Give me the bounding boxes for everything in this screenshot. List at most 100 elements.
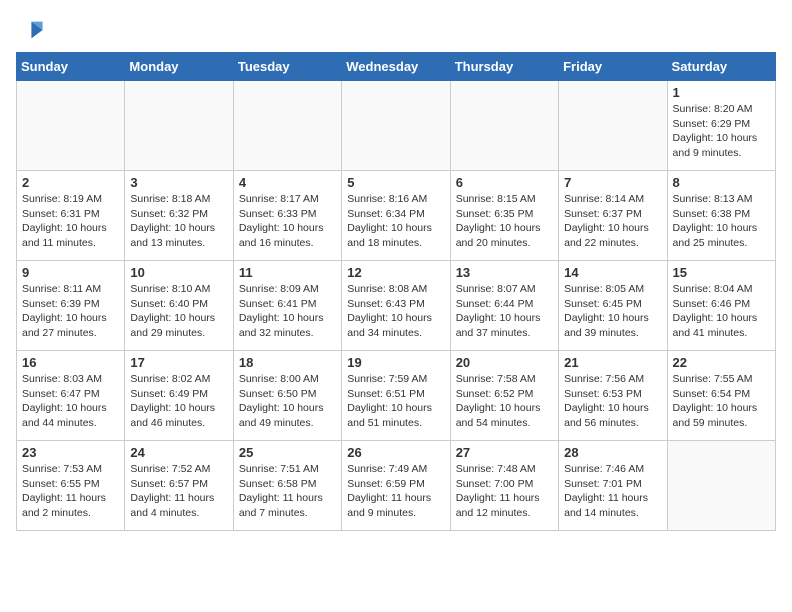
calendar-header-sunday: Sunday xyxy=(17,53,125,81)
day-info: Sunrise: 8:19 AM Sunset: 6:31 PM Dayligh… xyxy=(22,192,119,251)
day-number: 19 xyxy=(347,355,444,370)
day-number: 21 xyxy=(564,355,661,370)
day-number: 2 xyxy=(22,175,119,190)
calendar-header-friday: Friday xyxy=(559,53,667,81)
day-number: 22 xyxy=(673,355,770,370)
calendar-cell: 12 Sunrise: 8:08 AM Sunset: 6:43 PM Dayli… xyxy=(342,261,450,351)
day-number: 8 xyxy=(673,175,770,190)
calendar-cell: 17 Sunrise: 8:02 AM Sunset: 6:49 PM Dayli… xyxy=(125,351,233,441)
week-row-4: 16 Sunrise: 8:03 AM Sunset: 6:47 PM Dayli… xyxy=(17,351,776,441)
day-info: Sunrise: 8:20 AM Sunset: 6:29 PM Dayligh… xyxy=(673,102,770,161)
day-number: 24 xyxy=(130,445,227,460)
calendar-cell: 25 Sunrise: 7:51 AM Sunset: 6:58 PM Dayli… xyxy=(233,441,341,531)
day-info: Sunrise: 8:18 AM Sunset: 6:32 PM Dayligh… xyxy=(130,192,227,251)
calendar-cell: 21 Sunrise: 7:56 AM Sunset: 6:53 PM Dayli… xyxy=(559,351,667,441)
day-info: Sunrise: 8:11 AM Sunset: 6:39 PM Dayligh… xyxy=(22,282,119,341)
calendar-cell: 23 Sunrise: 7:53 AM Sunset: 6:55 PM Dayli… xyxy=(17,441,125,531)
calendar-cell: 7 Sunrise: 8:14 AM Sunset: 6:37 PM Daylig… xyxy=(559,171,667,261)
day-info: Sunrise: 8:04 AM Sunset: 6:46 PM Dayligh… xyxy=(673,282,770,341)
calendar-header-saturday: Saturday xyxy=(667,53,775,81)
week-row-5: 23 Sunrise: 7:53 AM Sunset: 6:55 PM Dayli… xyxy=(17,441,776,531)
day-number: 17 xyxy=(130,355,227,370)
calendar-header-thursday: Thursday xyxy=(450,53,558,81)
day-info: Sunrise: 8:09 AM Sunset: 6:41 PM Dayligh… xyxy=(239,282,336,341)
week-row-2: 2 Sunrise: 8:19 AM Sunset: 6:31 PM Daylig… xyxy=(17,171,776,261)
calendar-cell: 2 Sunrise: 8:19 AM Sunset: 6:31 PM Daylig… xyxy=(17,171,125,261)
calendar-cell: 22 Sunrise: 7:55 AM Sunset: 6:54 PM Dayli… xyxy=(667,351,775,441)
day-info: Sunrise: 7:49 AM Sunset: 6:59 PM Dayligh… xyxy=(347,462,444,521)
calendar-cell: 11 Sunrise: 8:09 AM Sunset: 6:41 PM Dayli… xyxy=(233,261,341,351)
day-number: 10 xyxy=(130,265,227,280)
calendar-cell: 5 Sunrise: 8:16 AM Sunset: 6:34 PM Daylig… xyxy=(342,171,450,261)
day-info: Sunrise: 7:53 AM Sunset: 6:55 PM Dayligh… xyxy=(22,462,119,521)
day-number: 27 xyxy=(456,445,553,460)
day-number: 26 xyxy=(347,445,444,460)
day-info: Sunrise: 8:15 AM Sunset: 6:35 PM Dayligh… xyxy=(456,192,553,251)
calendar-cell xyxy=(233,81,341,171)
week-row-1: 1 Sunrise: 8:20 AM Sunset: 6:29 PM Daylig… xyxy=(17,81,776,171)
day-info: Sunrise: 7:48 AM Sunset: 7:00 PM Dayligh… xyxy=(456,462,553,521)
day-info: Sunrise: 8:10 AM Sunset: 6:40 PM Dayligh… xyxy=(130,282,227,341)
day-info: Sunrise: 7:56 AM Sunset: 6:53 PM Dayligh… xyxy=(564,372,661,431)
calendar-cell xyxy=(559,81,667,171)
day-number: 1 xyxy=(673,85,770,100)
calendar-cell: 16 Sunrise: 8:03 AM Sunset: 6:47 PM Dayli… xyxy=(17,351,125,441)
day-number: 16 xyxy=(22,355,119,370)
calendar-cell: 13Sunrise: 8:07 AM Sunset: 6:44 PM Dayli… xyxy=(450,261,558,351)
day-number: 20 xyxy=(456,355,553,370)
day-number: 18 xyxy=(239,355,336,370)
logo-icon xyxy=(16,16,44,44)
day-info: Sunrise: 7:59 AM Sunset: 6:51 PM Dayligh… xyxy=(347,372,444,431)
calendar-cell: 18 Sunrise: 8:00 AM Sunset: 6:50 PM Dayli… xyxy=(233,351,341,441)
calendar-cell: 8 Sunrise: 8:13 AM Sunset: 6:38 PM Daylig… xyxy=(667,171,775,261)
day-number: 12 xyxy=(347,265,444,280)
day-info: Sunrise: 7:46 AM Sunset: 7:01 PM Dayligh… xyxy=(564,462,661,521)
calendar-cell: 4 Sunrise: 8:17 AM Sunset: 6:33 PM Daylig… xyxy=(233,171,341,261)
day-number: 25 xyxy=(239,445,336,460)
day-info: Sunrise: 8:03 AM Sunset: 6:47 PM Dayligh… xyxy=(22,372,119,431)
day-number: 9 xyxy=(22,265,119,280)
calendar-table: SundayMondayTuesdayWednesdayThursdayFrid… xyxy=(16,52,776,531)
day-number: 5 xyxy=(347,175,444,190)
day-number: 15 xyxy=(673,265,770,280)
calendar-cell: 20 Sunrise: 7:58 AM Sunset: 6:52 PM Dayli… xyxy=(450,351,558,441)
calendar-cell: 15 Sunrise: 8:04 AM Sunset: 6:46 PM Dayli… xyxy=(667,261,775,351)
day-number: 13 xyxy=(456,265,553,280)
calendar-cell xyxy=(17,81,125,171)
day-info: Sunrise: 8:16 AM Sunset: 6:34 PM Dayligh… xyxy=(347,192,444,251)
calendar-cell: 24 Sunrise: 7:52 AM Sunset: 6:57 PM Dayli… xyxy=(125,441,233,531)
day-info: Sunrise: 7:51 AM Sunset: 6:58 PM Dayligh… xyxy=(239,462,336,521)
day-number: 11 xyxy=(239,265,336,280)
calendar-cell: 28 Sunrise: 7:46 AM Sunset: 7:01 PM Dayli… xyxy=(559,441,667,531)
calendar-cell: 27 Sunrise: 7:48 AM Sunset: 7:00 PM Dayli… xyxy=(450,441,558,531)
day-number: 4 xyxy=(239,175,336,190)
calendar-cell: 1 Sunrise: 8:20 AM Sunset: 6:29 PM Daylig… xyxy=(667,81,775,171)
calendar-header-row: SundayMondayTuesdayWednesdayThursdayFrid… xyxy=(17,53,776,81)
day-number: 14 xyxy=(564,265,661,280)
calendar-cell: 6 Sunrise: 8:15 AM Sunset: 6:35 PM Daylig… xyxy=(450,171,558,261)
day-number: 3 xyxy=(130,175,227,190)
calendar-cell: 9 Sunrise: 8:11 AM Sunset: 6:39 PM Daylig… xyxy=(17,261,125,351)
day-number: 6 xyxy=(456,175,553,190)
logo xyxy=(16,16,48,44)
day-info: Sunrise: 8:05 AM Sunset: 6:45 PM Dayligh… xyxy=(564,282,661,341)
day-number: 7 xyxy=(564,175,661,190)
calendar-cell: 26 Sunrise: 7:49 AM Sunset: 6:59 PM Dayli… xyxy=(342,441,450,531)
day-info: Sunrise: 8:02 AM Sunset: 6:49 PM Dayligh… xyxy=(130,372,227,431)
week-row-3: 9 Sunrise: 8:11 AM Sunset: 6:39 PM Daylig… xyxy=(17,261,776,351)
day-info: Sunrise: 7:52 AM Sunset: 6:57 PM Dayligh… xyxy=(130,462,227,521)
calendar-cell: 3 Sunrise: 8:18 AM Sunset: 6:32 PM Daylig… xyxy=(125,171,233,261)
day-info: Sunrise: 8:08 AM Sunset: 6:43 PM Dayligh… xyxy=(347,282,444,341)
day-info: Sunrise: 7:58 AM Sunset: 6:52 PM Dayligh… xyxy=(456,372,553,431)
day-info: Sunrise: 7:55 AM Sunset: 6:54 PM Dayligh… xyxy=(673,372,770,431)
day-info: Sunrise: 8:13 AM Sunset: 6:38 PM Dayligh… xyxy=(673,192,770,251)
day-info: Sunrise: 8:14 AM Sunset: 6:37 PM Dayligh… xyxy=(564,192,661,251)
day-number: 23 xyxy=(22,445,119,460)
calendar-cell: 19 Sunrise: 7:59 AM Sunset: 6:51 PM Dayli… xyxy=(342,351,450,441)
day-info: Sunrise: 8:00 AM Sunset: 6:50 PM Dayligh… xyxy=(239,372,336,431)
day-number: 28 xyxy=(564,445,661,460)
day-info: Sunrise: 8:17 AM Sunset: 6:33 PM Dayligh… xyxy=(239,192,336,251)
calendar-cell: 10 Sunrise: 8:10 AM Sunset: 6:40 PM Dayli… xyxy=(125,261,233,351)
calendar-cell xyxy=(342,81,450,171)
calendar-header-monday: Monday xyxy=(125,53,233,81)
